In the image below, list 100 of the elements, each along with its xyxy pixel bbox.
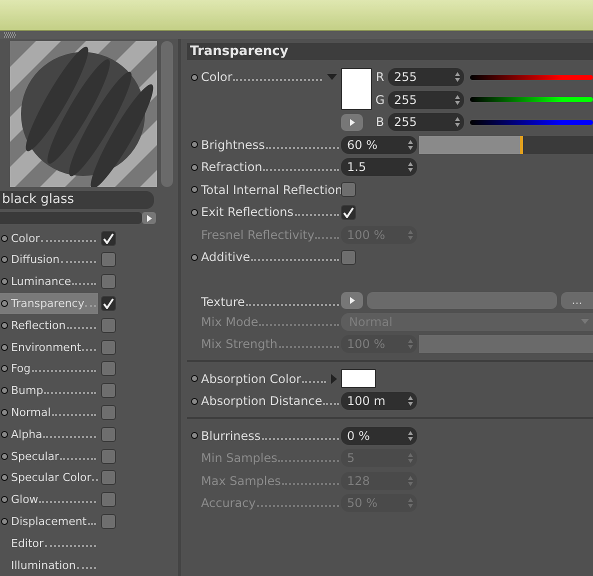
channel-item[interactable]: Specular: [0, 446, 98, 467]
keyframe-dot-icon[interactable]: [191, 141, 198, 148]
channel-item[interactable]: Diffusion: [0, 249, 98, 270]
spinner-icon[interactable]: [408, 396, 413, 406]
play-button[interactable]: [341, 292, 363, 308]
checkbox[interactable]: [101, 252, 116, 268]
checkbox[interactable]: [101, 383, 116, 398]
spinner-icon[interactable]: [455, 94, 460, 105]
browse-button[interactable]: ...: [561, 292, 593, 308]
spinner-icon[interactable]: [408, 140, 413, 150]
field-label: Texture: [201, 294, 341, 308]
channel-label: B: [374, 115, 386, 130]
checkbox[interactable]: [341, 250, 356, 265]
dot-icon: [1, 496, 8, 504]
checkbox[interactable]: [101, 230, 116, 246]
number-field[interactable]: 60 %: [341, 136, 417, 154]
checkbox[interactable]: [101, 361, 116, 376]
channel-item[interactable]: Reflection: [0, 314, 98, 336]
channel-item[interactable]: Alpha: [0, 424, 98, 445]
material-name-field[interactable]: black glass: [0, 191, 154, 209]
number-field[interactable]: 1.5: [341, 158, 417, 176]
color-slider[interactable]: [470, 97, 593, 102]
play-button[interactable]: [341, 114, 363, 131]
checkbox[interactable]: [341, 182, 356, 198]
number-field[interactable]: 255: [388, 68, 464, 86]
keyframe-dot-icon[interactable]: [191, 164, 198, 171]
checkbox[interactable]: [101, 405, 116, 420]
channel-item[interactable]: Color: [0, 228, 98, 249]
checkbox[interactable]: [101, 274, 116, 290]
number-field[interactable]: 255: [388, 113, 464, 132]
input-field[interactable]: [0, 212, 142, 224]
color-swatch[interactable]: [341, 68, 372, 110]
field-label: Max Samples: [201, 474, 341, 488]
field-label: Brightness: [201, 138, 341, 152]
dot-icon: [1, 452, 8, 460]
spinner-icon[interactable]: [408, 162, 413, 172]
channel-item[interactable]: Normal: [0, 402, 98, 424]
checkbox[interactable]: [341, 204, 356, 220]
checkbox[interactable]: [101, 448, 116, 464]
channel-item[interactable]: Specular Color: [0, 467, 98, 488]
check-icon: [103, 232, 114, 244]
scrollbar[interactable]: [161, 41, 173, 187]
keyframe-dot-icon[interactable]: [191, 254, 198, 261]
field-label: Min Samples: [201, 451, 341, 466]
arrow-button[interactable]: [142, 212, 156, 224]
channel-label: G: [374, 92, 386, 107]
dot-icon: [1, 344, 8, 351]
dot-icon: [1, 300, 8, 308]
dot-icon: [1, 322, 8, 329]
field-label: Accuracy: [201, 496, 341, 510]
number-field[interactable]: 100 m: [341, 392, 417, 410]
slider-track[interactable]: [419, 136, 593, 154]
spinner-icon[interactable]: [408, 430, 413, 441]
color-swatch[interactable]: [341, 369, 376, 388]
field-label: Refraction: [201, 160, 341, 174]
keyframe-dot-icon[interactable]: [191, 208, 198, 216]
checkbox[interactable]: [101, 340, 116, 355]
dot-icon: [1, 278, 8, 286]
channel-item[interactable]: Displacement: [0, 511, 98, 532]
color-slider[interactable]: [470, 120, 593, 125]
field-label: Color: [201, 70, 324, 84]
color-slider[interactable]: [470, 74, 593, 80]
field-label: Absorption Color: [201, 372, 328, 386]
texture-field[interactable]: [367, 292, 557, 308]
play-icon: [146, 214, 152, 222]
number-field[interactable]: 255: [388, 90, 464, 109]
check-icon: [343, 206, 354, 218]
play-icon: [350, 296, 354, 304]
field-label: Additive: [201, 250, 341, 264]
section-header: Transparency: [187, 43, 593, 60]
dot-icon: [1, 430, 8, 438]
dot-icon: [1, 518, 8, 525]
checkbox[interactable]: [101, 296, 116, 312]
channel-item[interactable]: Environment: [0, 336, 98, 358]
channel-item[interactable]: Bump: [0, 380, 98, 402]
spinner-icon[interactable]: [455, 117, 460, 128]
field-label: Mix Mode: [201, 314, 341, 329]
spinner-icon[interactable]: [455, 72, 460, 82]
checkbox[interactable]: [101, 470, 116, 486]
field-label: Mix Strength: [201, 337, 341, 352]
keyframe-dot-icon[interactable]: [191, 432, 198, 440]
checkbox[interactable]: [101, 426, 116, 442]
channel-item[interactable]: Editor: [0, 532, 98, 554]
channel-label: R: [374, 70, 386, 84]
field-label: Blurriness: [201, 428, 341, 443]
keyframe-dot-icon[interactable]: [191, 398, 198, 405]
checkbox[interactable]: [101, 514, 116, 529]
channel-item[interactable]: Transparency: [0, 293, 98, 314]
keyframe-dot-icon[interactable]: [191, 186, 198, 194]
checkbox[interactable]: [101, 318, 116, 333]
channel-item[interactable]: Glow: [0, 489, 98, 510]
channel-item[interactable]: Illumination: [0, 554, 98, 576]
keyframe-dot-icon[interactable]: [191, 74, 198, 80]
number-field[interactable]: 0 %: [341, 426, 417, 445]
channel-item[interactable]: Fog: [0, 358, 98, 380]
caret-down-icon: [581, 319, 589, 324]
checkbox[interactable]: [101, 492, 116, 508]
keyframe-dot-icon[interactable]: [191, 375, 198, 382]
channel-item[interactable]: Luminance: [0, 271, 98, 292]
check-icon: [103, 298, 114, 310]
